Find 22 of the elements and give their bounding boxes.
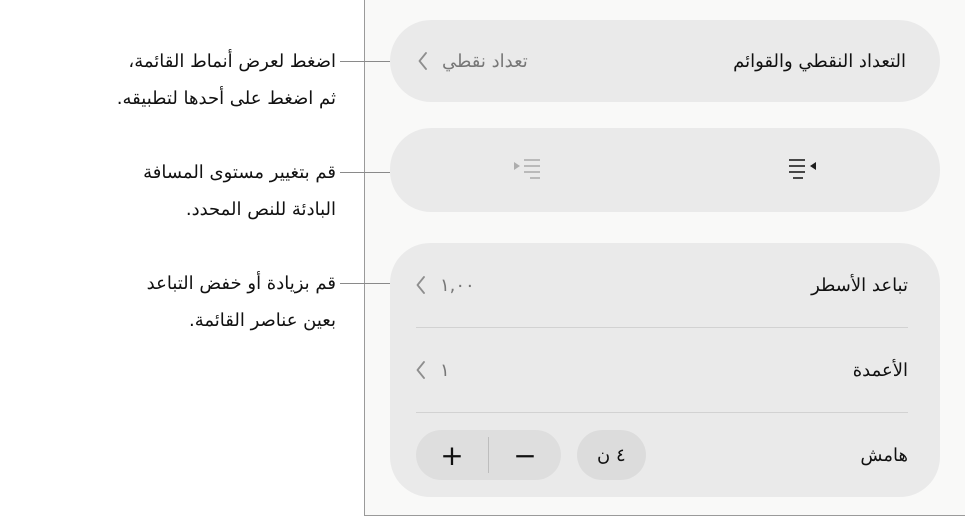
chevron-icon [416, 276, 426, 294]
value-badge: ٤ ن [577, 430, 646, 480]
row-label: الأعمدة [852, 360, 908, 380]
row-label: هامش [860, 444, 908, 466]
leader-line [340, 283, 390, 284]
callout-text: قم بزيادة أو خفض التباعد بعين عناصر القائمة. [146, 270, 336, 333]
row-value: تعداد نقطي [442, 50, 528, 72]
row-label: تباعد الأسطر [811, 274, 908, 296]
chevron-icon [418, 52, 428, 70]
list-style-row[interactable]: التعداد النقطي والقوائم تعداد نقطي [390, 20, 940, 102]
row-value: ١,٠٠ [440, 274, 475, 296]
leader-line [340, 172, 390, 173]
decrement-button[interactable]: − [489, 430, 561, 480]
leader-line [340, 61, 390, 62]
row-label: التعداد النقطي والقوائم [733, 50, 906, 72]
settings-row[interactable]: تباعد الأسطر ١,٠٠ [416, 243, 908, 327]
callout-text: اضغط لعرض أنماط القائمة، ثم اضغط على أحدها لتطبيقه. [116, 48, 336, 111]
settings-row[interactable]: الأعمدة ١ [416, 328, 908, 412]
increment-button[interactable]: + [416, 430, 488, 480]
callout-text: قم بتغيير مستوى المسافة البادئة للنص المحدد. [143, 161, 336, 222]
row-value: ١ [440, 360, 450, 380]
chevron-icon [416, 361, 426, 379]
